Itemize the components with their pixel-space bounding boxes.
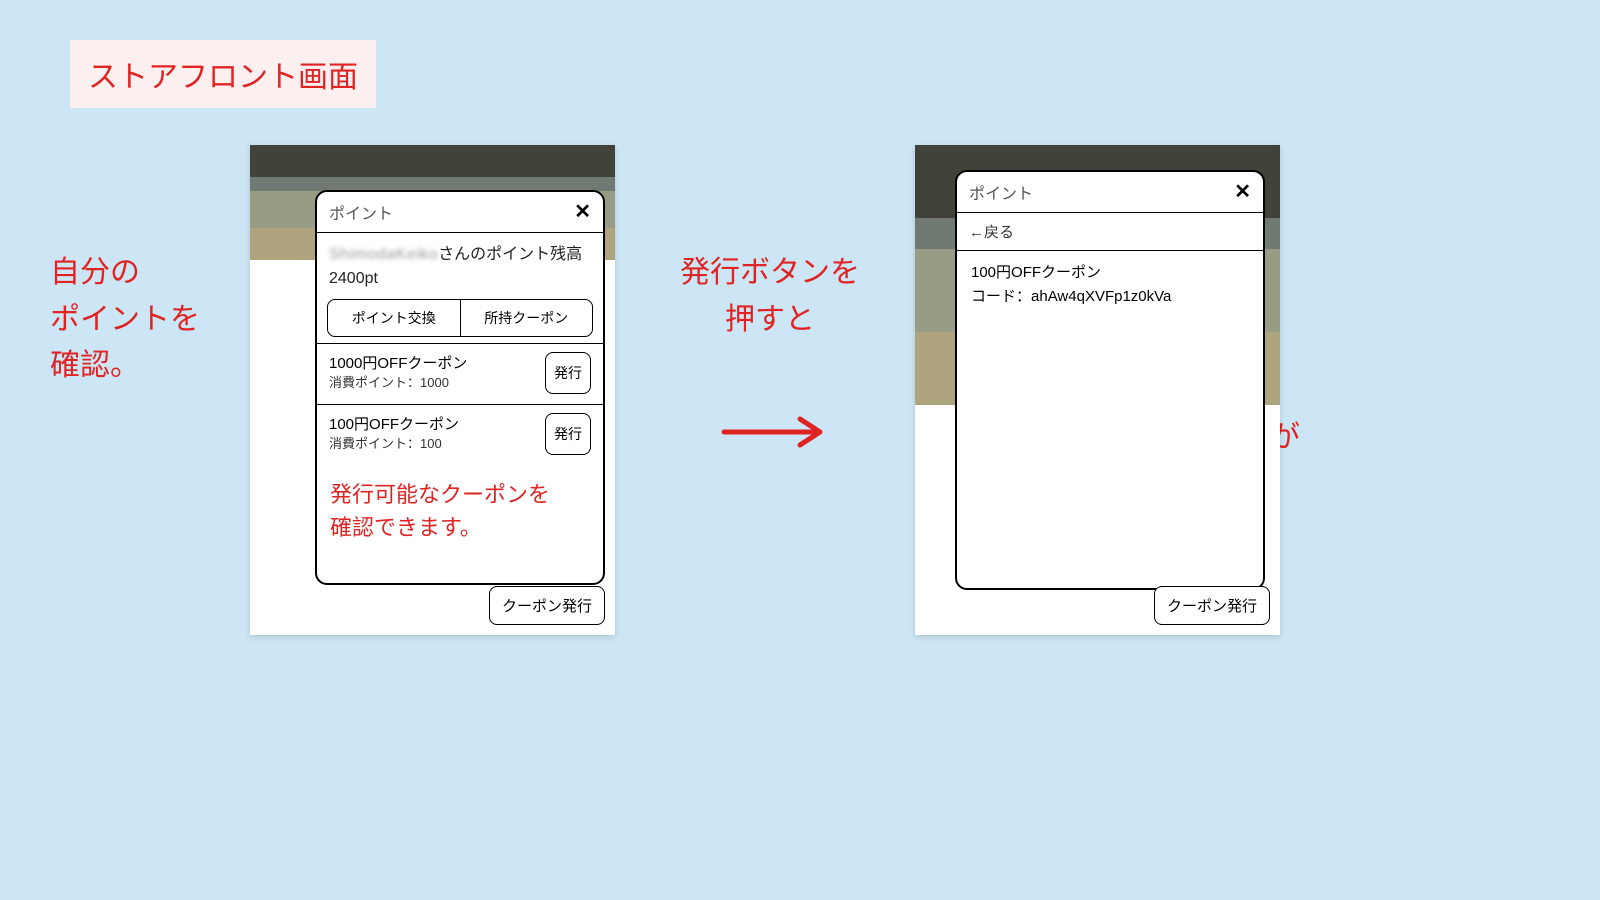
issued-coupon-code: コード：ahAw4qXVFp1z0kVa xyxy=(971,285,1249,309)
slide-title: ストアフロント画面 xyxy=(70,40,376,108)
balance-suffix: さんのポイント残高 xyxy=(438,246,582,263)
close-icon[interactable]: ✕ xyxy=(1234,182,1251,202)
storefront-screenshot-points-list: ポイント ✕ ShimodaKeikoさんのポイント残高 2400pt ポイント… xyxy=(250,145,615,635)
back-button[interactable]: ←戻る xyxy=(957,213,1263,251)
coupon-issue-footer-button[interactable]: クーポン発行 xyxy=(489,586,605,625)
points-balance: ShimodaKeikoさんのポイント残高 2400pt xyxy=(317,233,603,299)
dialog-title: ポイント xyxy=(969,180,1033,204)
issued-coupon-name: 100円OFFクーポン xyxy=(971,261,1249,285)
user-name-blurred: ShimodaKeiko xyxy=(329,243,438,267)
arrow-right-icon xyxy=(720,415,830,449)
tab-owned-coupons[interactable]: 所持クーポン xyxy=(461,300,593,336)
coupon-issue-footer-button[interactable]: クーポン発行 xyxy=(1154,586,1270,625)
storefront-screenshot-coupon-code: ポイント ✕ ←戻る 100円OFFクーポン コード：ahAw4qXVFp1z0… xyxy=(915,145,1280,635)
tab-point-exchange[interactable]: ポイント交換 xyxy=(328,300,461,336)
coupon-code-dialog: ポイント ✕ ←戻る 100円OFFクーポン コード：ahAw4qXVFp1z0… xyxy=(955,170,1265,590)
points-tabs: ポイント交換 所持クーポン xyxy=(327,299,593,337)
close-icon[interactable]: ✕ xyxy=(574,202,591,222)
coupon-row: 1000円OFFクーポン 消費ポイント：1000 発行 xyxy=(317,343,603,404)
annotation-check-points: 自分のポイントを確認。 xyxy=(50,250,200,390)
balance-value: 2400pt xyxy=(329,270,378,287)
annotation-available-coupons: 発行可能なクーポンを確認できます。 xyxy=(330,478,550,544)
issue-button[interactable]: 発行 xyxy=(545,413,591,455)
coupon-row: 100円OFFクーポン 消費ポイント：100 発行 xyxy=(317,404,603,465)
coupon-cost: 消費ポイント：100 xyxy=(329,435,459,454)
coupon-name: 1000円OFFクーポン xyxy=(329,353,467,375)
coupon-name: 100円OFFクーポン xyxy=(329,414,459,436)
issue-button[interactable]: 発行 xyxy=(545,352,591,394)
dialog-title: ポイント xyxy=(329,200,393,224)
coupon-cost: 消費ポイント：1000 xyxy=(329,374,467,393)
annotation-press-issue: 発行ボタンを押すと xyxy=(650,250,890,343)
